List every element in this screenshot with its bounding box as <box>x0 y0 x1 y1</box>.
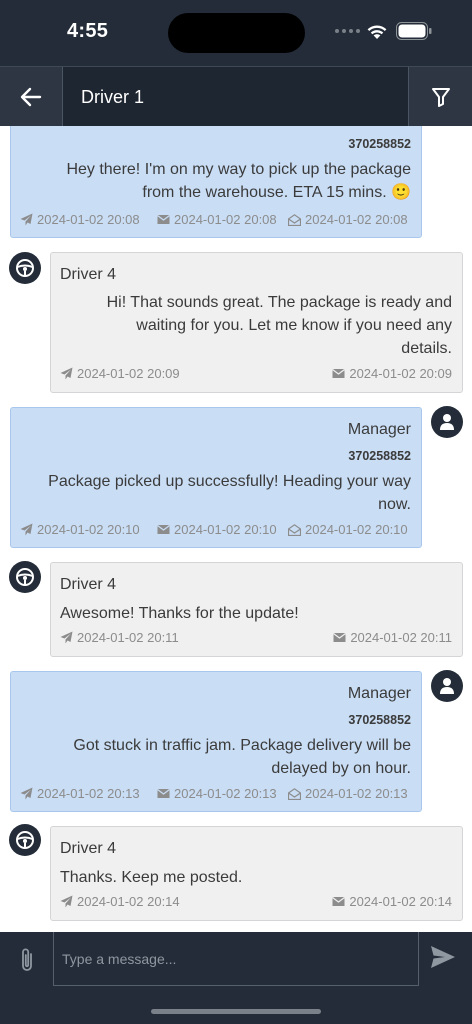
paper-plane-icon <box>20 213 33 226</box>
sender-name: Manager <box>347 421 411 438</box>
read-timestamp: 2024-01-02 20:08 <box>288 212 408 227</box>
filter-icon <box>431 88 450 107</box>
filter-button[interactable] <box>409 67 472 127</box>
sender-phone: 370258852 <box>348 449 411 463</box>
sent-timestamp: 2024-01-02 20:13 <box>20 786 140 801</box>
cellular-signal-icon <box>335 29 360 33</box>
paper-plane-icon <box>20 523 33 536</box>
composer-bar <box>0 932 472 1024</box>
envelope-open-icon <box>288 523 301 536</box>
envelope-icon <box>157 789 170 798</box>
dynamic-island <box>168 13 305 53</box>
person-icon <box>440 678 454 694</box>
message-text: Hi! That sounds great. The package is re… <box>106 294 452 357</box>
status-time: 4:55 <box>67 20 109 42</box>
sender-name: Driver 4 <box>60 576 117 593</box>
sender-name: Manager <box>347 685 411 702</box>
message-list[interactable]: 370258852 Hey there! I'm on my way to pi… <box>0 126 472 932</box>
delivered-timestamp: 2024-01-02 20:08 <box>157 212 277 227</box>
delivered-timestamp: 2024-01-02 20:13 <box>157 786 277 801</box>
envelope-open-icon <box>288 213 301 226</box>
steering-wheel-icon <box>16 568 34 586</box>
status-bar: 4:55 <box>0 0 472 66</box>
home-indicator <box>151 1009 321 1014</box>
paper-plane-icon <box>60 631 73 644</box>
message-text: Thanks. Keep me posted. <box>60 869 243 886</box>
envelope-open-icon <box>288 787 301 800</box>
manager-avatar <box>431 670 463 702</box>
paper-plane-icon <box>60 367 73 380</box>
paperclip-icon[interactable] <box>15 946 39 974</box>
person-icon <box>440 414 454 430</box>
message-input[interactable] <box>53 932 419 986</box>
page-title: Driver 1 <box>81 87 145 107</box>
sent-timestamp: 2024-01-02 20:08 <box>20 212 140 227</box>
message-bubble-sent: Manager 370258852 Package picked up succ… <box>10 407 422 548</box>
envelope-icon <box>157 215 170 224</box>
manager-avatar <box>431 406 463 438</box>
delivered-timestamp: 2024-01-02 20:10 <box>157 522 277 537</box>
message-bubble-received: Driver 4 Thanks. Keep me posted. 2024-01… <box>50 826 463 921</box>
sender-name: Driver 4 <box>60 266 117 283</box>
arrow-left-icon <box>20 87 42 107</box>
sender-phone: 370258852 <box>348 137 411 151</box>
delivered-timestamp: 2024-01-02 20:09 <box>332 366 452 381</box>
read-timestamp: 2024-01-02 20:10 <box>288 522 408 537</box>
steering-wheel-icon <box>16 831 34 849</box>
envelope-icon <box>333 633 347 642</box>
message-bubble-sent: Manager 370258852 Got stuck in traffic j… <box>10 671 422 812</box>
driver-avatar <box>9 824 41 856</box>
read-timestamp: 2024-01-02 20:13 <box>288 786 408 801</box>
paper-plane-icon <box>20 787 33 800</box>
steering-wheel-icon <box>16 259 34 277</box>
message-bubble-sent: 370258852 Hey there! I'm on my way to pi… <box>10 126 422 238</box>
message-bubble-received: Driver 4 Hi! That sounds great. The pack… <box>50 252 463 393</box>
sent-timestamp: 2024-01-02 20:09 <box>60 366 180 381</box>
wifi-icon <box>367 25 387 39</box>
message-text: Hey there! I'm on my way to pick up the … <box>66 161 411 201</box>
driver-avatar <box>9 252 41 284</box>
battery-icon <box>396 22 432 40</box>
message-text: Got stuck in traffic jam. Package delive… <box>73 737 411 777</box>
paper-plane-icon <box>60 895 73 908</box>
sent-timestamp: 2024-01-02 20:14 <box>60 894 180 909</box>
message-text: Package picked up successfully! Heading … <box>48 473 411 513</box>
back-button[interactable] <box>0 67 62 127</box>
delivered-timestamp: 2024-01-02 20:14 <box>332 894 452 909</box>
message-bubble-received: Driver 4 Awesome! Thanks for the update!… <box>50 562 463 657</box>
title-container: Driver 1 <box>62 67 409 127</box>
driver-avatar <box>9 561 41 593</box>
sent-timestamp: 2024-01-02 20:11 <box>60 630 179 645</box>
chat-header: Driver 1 <box>0 66 472 127</box>
send-icon[interactable] <box>429 944 457 970</box>
delivered-timestamp: 2024-01-02 20:11 <box>333 630 452 645</box>
sent-timestamp: 2024-01-02 20:10 <box>20 522 140 537</box>
envelope-icon <box>332 369 346 378</box>
envelope-icon <box>157 525 170 534</box>
sender-phone: 370258852 <box>348 713 411 727</box>
message-text: Awesome! Thanks for the update! <box>60 605 299 622</box>
envelope-icon <box>332 897 346 906</box>
sender-name: Driver 4 <box>60 840 117 857</box>
